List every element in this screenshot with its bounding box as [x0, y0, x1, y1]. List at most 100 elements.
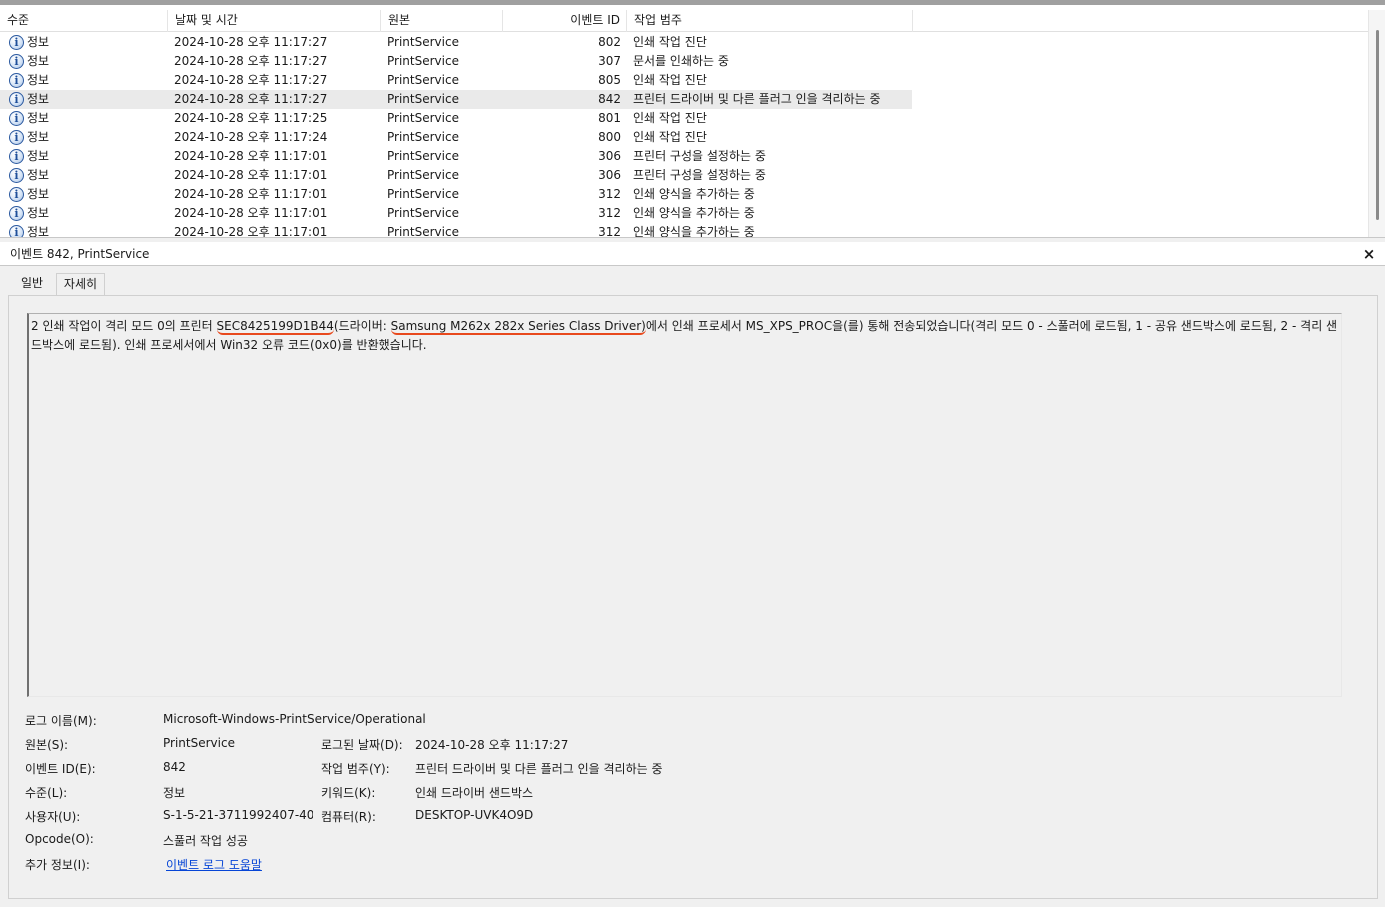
cell-category: 인쇄 양식을 추가하는 중	[633, 225, 755, 238]
message-text-1: 2 인쇄 작업이 격리 모드 0의 프린터	[31, 319, 217, 333]
info-icon: i	[9, 225, 24, 237]
cell-level: 정보	[27, 168, 50, 182]
keyword-label: 키워드(K):	[321, 786, 376, 800]
close-icon[interactable]: ×	[1361, 242, 1377, 266]
cell-level: 정보	[27, 35, 50, 49]
cell-level: 정보	[27, 54, 50, 68]
cell-datetime: 2024-10-28 오후 11:17:01	[174, 168, 328, 182]
cell-event-id: 307	[598, 54, 621, 68]
vertical-scrollbar[interactable]	[1368, 10, 1385, 237]
event-message[interactable]: 2 인쇄 작업이 격리 모드 0의 프린터 SEC8425199D1B44(드라…	[27, 313, 1342, 697]
cell-source: PrintService	[387, 225, 459, 238]
cell-event-id: 801	[598, 111, 621, 125]
cell-event-id: 312	[598, 187, 621, 201]
tab-details[interactable]: 자세히	[55, 273, 106, 295]
cell-category: 인쇄 작업 진단	[633, 73, 707, 87]
info-icon: i	[9, 111, 24, 126]
opcode-value: 스풀러 작업 성공	[163, 834, 248, 848]
message-text-2: (드라이버:	[333, 319, 391, 333]
table-row[interactable]: i 정보 2024-10-28 오후 11:17:27 PrintService 805…	[0, 71, 1368, 90]
table-row[interactable]: i 정보 2024-10-28 오후 11:17:01 PrintService 312…	[0, 204, 1368, 223]
detail-title-bar: 이벤트 842, PrintService ×	[0, 242, 1385, 266]
cell-category: 인쇄 작업 진단	[633, 35, 707, 49]
cell-event-id: 800	[598, 130, 621, 144]
table-row[interactable]: i 정보 2024-10-28 오후 11:17:01 PrintService 306…	[0, 147, 1368, 166]
log-name-value: Microsoft-Windows-PrintService/Operation…	[163, 712, 426, 726]
info-icon: i	[9, 206, 24, 221]
cell-datetime: 2024-10-28 오후 11:17:01	[174, 225, 328, 238]
user-label: 사용자(U):	[25, 810, 81, 824]
column-header-source[interactable]: 원본	[381, 10, 503, 32]
table-row[interactable]: i 정보 2024-10-28 오후 11:17:27 PrintService 307…	[0, 52, 1368, 71]
column-header-event-id[interactable]: 이벤트 ID	[503, 10, 627, 32]
table-row[interactable]: i 정보 2024-10-28 오후 11:17:01 PrintService 312…	[0, 223, 1368, 238]
cell-source: PrintService	[387, 149, 459, 163]
cell-datetime: 2024-10-28 오후 11:17:27	[174, 35, 328, 49]
cell-event-id: 842	[598, 92, 621, 106]
cell-category: 인쇄 작업 진단	[633, 130, 707, 144]
source-value: PrintService	[163, 736, 235, 750]
cell-level: 정보	[27, 130, 50, 144]
more-info-label: 추가 정보(I):	[25, 858, 90, 872]
computer-label: 컴퓨터(R):	[321, 810, 376, 824]
log-name-label: 로그 이름(M):	[25, 714, 97, 728]
column-header-level[interactable]: 수준	[0, 10, 168, 32]
info-icon: i	[9, 54, 24, 69]
cell-source: PrintService	[387, 73, 459, 87]
cell-event-id: 312	[598, 225, 621, 238]
table-row[interactable]: i 정보 2024-10-28 오후 11:17:27 PrintService 802…	[0, 33, 1368, 52]
cell-level: 정보	[27, 92, 50, 106]
cell-source: PrintService	[387, 111, 459, 125]
list-rows: i 정보 2024-10-28 오후 11:17:27 PrintService 802…	[0, 33, 1368, 238]
tab-general[interactable]: 일반	[13, 272, 52, 294]
info-icon: i	[9, 149, 24, 164]
computer-value: DESKTOP-UVK4O9D	[415, 808, 534, 822]
opcode-label: Opcode(O):	[25, 832, 94, 846]
cell-source: PrintService	[387, 35, 459, 49]
cell-category: 프린터 구성을 설정하는 중	[633, 168, 766, 182]
column-header-datetime[interactable]: 날짜 및 시간	[168, 10, 381, 32]
cell-datetime: 2024-10-28 오후 11:17:27	[174, 54, 328, 68]
event-id-label: 이벤트 ID(E):	[25, 762, 96, 776]
cell-source: PrintService	[387, 130, 459, 144]
column-header-category[interactable]: 작업 범주	[627, 10, 913, 32]
info-icon: i	[9, 35, 24, 50]
cell-source: PrintService	[387, 54, 459, 68]
category-value: 프린터 드라이버 및 다른 플러그 인을 격리하는 중	[415, 762, 663, 776]
info-icon: i	[9, 187, 24, 202]
logged-date-value: 2024-10-28 오후 11:17:27	[415, 738, 569, 752]
list-header: 수준 날짜 및 시간 원본 이벤트 ID 작업 범주	[0, 10, 1368, 32]
cell-event-id: 805	[598, 73, 621, 87]
cell-event-id: 306	[598, 168, 621, 182]
cell-datetime: 2024-10-28 오후 11:17:24	[174, 130, 328, 144]
user-value: S-1-5-21-3711992407-405	[163, 808, 313, 822]
cell-datetime: 2024-10-28 오후 11:17:01	[174, 206, 328, 220]
cell-category: 인쇄 양식을 추가하는 중	[633, 187, 755, 201]
event-list: 수준 날짜 및 시간 원본 이벤트 ID 작업 범주 i 정보 2024-10-28…	[0, 0, 1385, 238]
cell-category: 인쇄 양식을 추가하는 중	[633, 206, 755, 220]
table-row[interactable]: i 정보 2024-10-28 오후 11:17:27 PrintService 842…	[0, 90, 1368, 109]
scrollbar-thumb[interactable]	[1376, 30, 1379, 220]
event-log-help-link[interactable]: 이벤트 로그 도움말	[166, 856, 262, 873]
level-label: 수준(L):	[25, 786, 68, 800]
cell-source: PrintService	[387, 206, 459, 220]
table-row[interactable]: i 정보 2024-10-28 오후 11:17:24 PrintService 800…	[0, 128, 1368, 147]
logged-date-label: 로그된 날짜(D):	[321, 738, 403, 752]
cell-event-id: 802	[598, 35, 621, 49]
category-label: 작업 범주(Y):	[321, 762, 390, 776]
cell-source: PrintService	[387, 187, 459, 201]
info-icon: i	[9, 92, 24, 107]
cell-datetime: 2024-10-28 오후 11:17:25	[174, 111, 328, 125]
tab-strip: 일반 자세히	[13, 272, 106, 295]
cell-datetime: 2024-10-28 오후 11:17:27	[174, 73, 328, 87]
cell-level: 정보	[27, 149, 50, 163]
cell-datetime: 2024-10-28 오후 11:17:01	[174, 187, 328, 201]
source-label: 원본(S):	[25, 738, 69, 752]
cell-event-id: 306	[598, 149, 621, 163]
table-row[interactable]: i 정보 2024-10-28 오후 11:17:01 PrintService 312…	[0, 185, 1368, 204]
table-row[interactable]: i 정보 2024-10-28 오후 11:17:01 PrintService 306…	[0, 166, 1368, 185]
table-row[interactable]: i 정보 2024-10-28 오후 11:17:25 PrintService 801…	[0, 109, 1368, 128]
cell-category: 인쇄 작업 진단	[633, 111, 707, 125]
cell-level: 정보	[27, 73, 50, 87]
level-value: 정보	[163, 786, 186, 800]
